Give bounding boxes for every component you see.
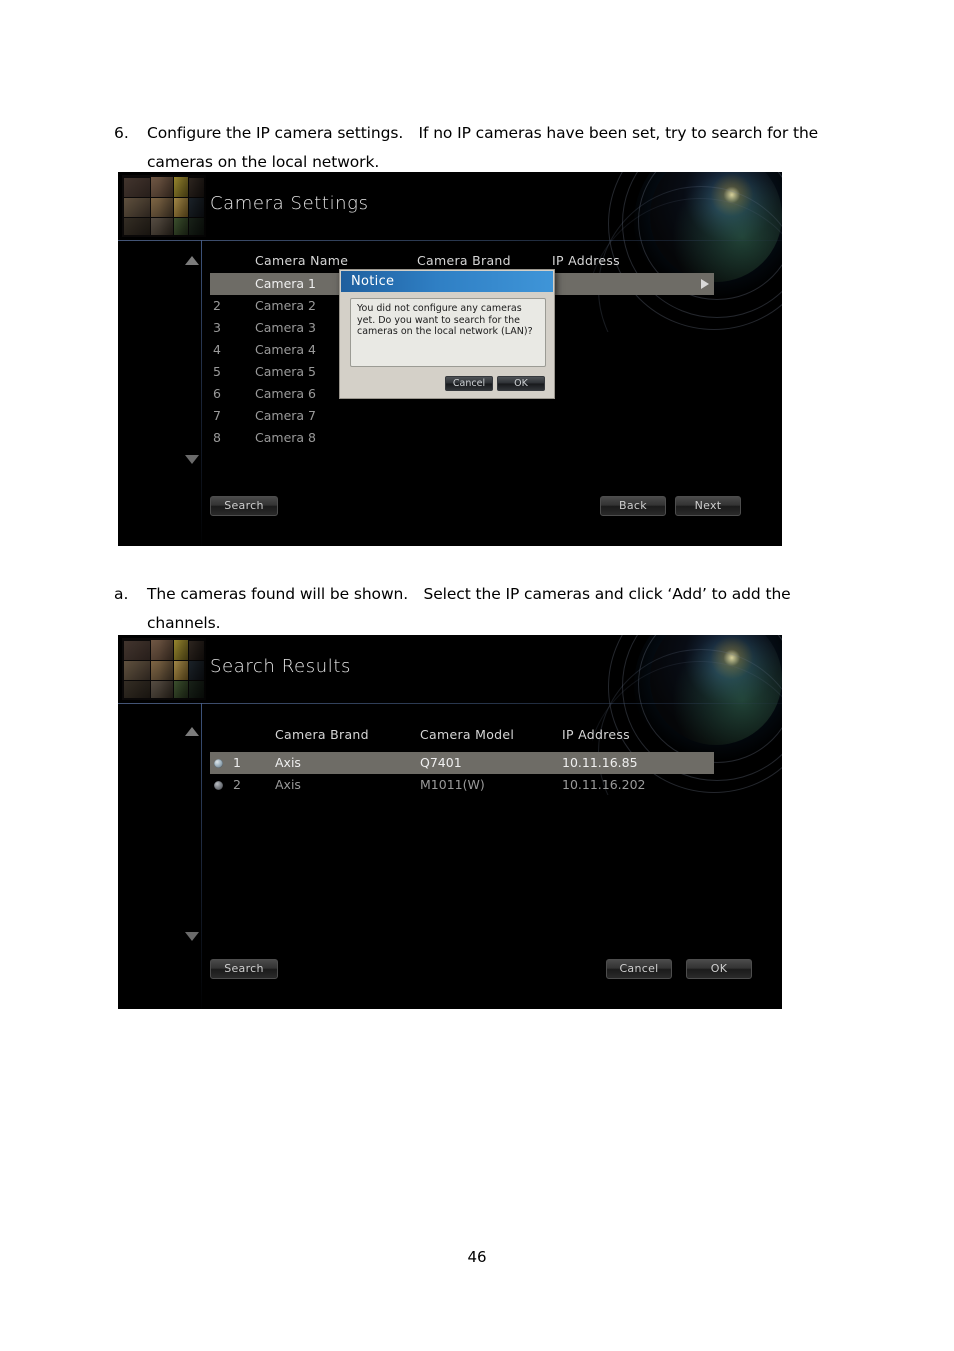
scroll-down-arrow[interactable] (185, 932, 199, 941)
column-header-camera-name: Camera Name (255, 253, 349, 268)
step-6a-marker: a. (114, 585, 129, 603)
scroll-up-arrow[interactable] (185, 727, 199, 736)
ok-button[interactable]: OK (686, 959, 752, 979)
camera-settings-screenshot: Camera Settings Camera Name Camera Brand… (118, 172, 782, 546)
dialog-ok-button[interactable]: OK (497, 376, 545, 391)
dialog-cancel-button[interactable]: Cancel (445, 376, 493, 391)
page-number: 46 (467, 1248, 487, 1266)
panel-header: Search Results (118, 635, 782, 703)
row-index: 8 (213, 430, 221, 445)
table-row[interactable]: 2 Axis M1011(W) 10.11.16.202 (118, 774, 782, 796)
row-index: 3 (213, 320, 221, 335)
dialog-message: You did not configure any cameras yet. D… (357, 303, 533, 337)
row-select-indicator[interactable] (214, 759, 223, 768)
sidebar-divider (201, 703, 202, 1009)
scroll-down-arrow[interactable] (185, 455, 199, 464)
row-camera-name: Camera 4 (255, 342, 316, 357)
header-divider (118, 240, 782, 241)
video-wall-thumbnail (122, 175, 206, 237)
dialog-message-box: You did not configure any cameras yet. D… (350, 298, 546, 367)
search-results-screenshot: Search Results Camera Brand Camera Model… (118, 635, 782, 1009)
search-button[interactable]: Search (210, 959, 278, 979)
row-camera-brand: Axis (275, 755, 301, 770)
column-header-ip-address: IP Address (552, 253, 620, 268)
row-camera-name: Camera 3 (255, 320, 316, 335)
row-index: 5 (213, 364, 221, 379)
row-expand-arrow[interactable] (701, 279, 709, 289)
row-camera-name: Camera 8 (255, 430, 316, 445)
column-header-camera-model: Camera Model (420, 727, 515, 742)
step-6-line-1: Configure the IP camera settings. If no … (147, 124, 819, 142)
column-header-ip-address: IP Address (562, 727, 630, 742)
page-title: Camera Settings (210, 193, 369, 214)
row-index: 2 (233, 777, 241, 792)
table-row[interactable]: 7 Camera 7 (118, 405, 782, 427)
row-camera-model: Q7401 (420, 755, 462, 770)
row-ip-address: 10.11.16.202 (562, 777, 646, 792)
search-button[interactable]: Search (210, 496, 278, 516)
row-camera-name: Camera 7 (255, 408, 316, 423)
row-camera-name: Camera 1 (255, 276, 316, 291)
row-camera-name: Camera 2 (255, 298, 316, 313)
step-6a-line-1: The cameras found will be shown. Select … (147, 585, 791, 603)
column-header-camera-brand: Camera Brand (417, 253, 511, 268)
row-camera-brand: Axis (275, 777, 301, 792)
row-index: 1 (233, 755, 241, 770)
panel-header: Camera Settings (118, 172, 782, 240)
page-title: Search Results (210, 656, 351, 677)
column-header-camera-brand: Camera Brand (275, 727, 369, 742)
row-index: 4 (213, 342, 221, 357)
row-camera-name: Camera 5 (255, 364, 316, 379)
next-button[interactable]: Next (675, 496, 741, 516)
row-camera-model: M1011(W) (420, 777, 485, 792)
row-ip-address: 10.11.16.85 (562, 755, 638, 770)
scroll-up-arrow[interactable] (185, 256, 199, 265)
row-index: 7 (213, 408, 221, 423)
back-button[interactable]: Back (600, 496, 666, 516)
step-6-marker: 6. (114, 124, 129, 142)
video-wall-thumbnail (122, 638, 206, 700)
row-index: 6 (213, 386, 221, 401)
table-row[interactable]: 1 Axis Q7401 10.11.16.85 (118, 752, 782, 774)
notice-dialog: Notice You did not configure any cameras… (339, 269, 555, 399)
row-index: 2 (213, 298, 221, 313)
cancel-button[interactable]: Cancel (606, 959, 672, 979)
header-divider (118, 703, 782, 704)
dialog-title: Notice (341, 271, 553, 292)
row-select-indicator[interactable] (214, 781, 223, 790)
row-camera-name: Camera 6 (255, 386, 316, 401)
table-row[interactable]: 8 Camera 8 (118, 427, 782, 449)
